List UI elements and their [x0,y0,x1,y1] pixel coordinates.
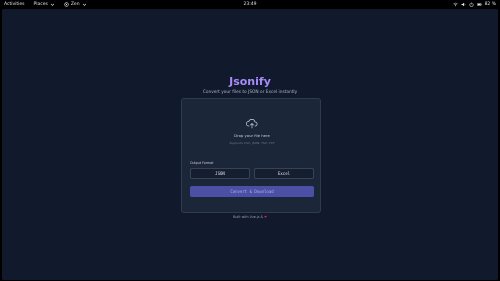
footer: Built with Vue.js & ❤ [2,215,498,219]
app-menu[interactable]: Zen [64,2,87,7]
top-bar-left: Activities Places Zen [4,2,87,7]
app-tagline: Convert your files to JSON or Excel inst… [202,90,298,95]
network-icon [452,2,458,7]
format-json-button[interactable]: JSON [190,168,250,179]
battery-icon [476,3,482,6]
places-label: Places [33,2,48,7]
power-icon [469,2,473,7]
app-window: Jsonify Convert your files to JSON or Ex… [2,9,498,280]
format-excel-button[interactable]: Excel [254,168,314,179]
footer-text: Built with Vue.js & [233,215,265,219]
cloud-upload-icon [246,119,258,129]
zen-browser-icon [64,2,69,7]
clock[interactable]: 23:49 [244,0,257,9]
output-format-label: Output Format [190,161,214,165]
app-menu-label: Zen [70,2,80,7]
app-title: Jsonify [229,75,271,88]
system-tray[interactable]: 82 % [452,0,496,9]
convert-download-button[interactable]: Convert & Download [190,186,314,197]
heart-icon: ❤ [264,215,267,219]
dropzone-title: Drop your file here [234,133,270,138]
places-menu[interactable]: Places [34,2,55,7]
activities-button[interactable]: Activities [4,2,25,7]
chevron-down-icon [50,3,55,6]
volume-icon [461,2,465,7]
converter-card: Drop your file here Supports CSV, JSON, … [181,98,321,213]
chevron-down-icon [82,3,86,6]
supported-formats: Supports CSV, JSON, TSV, TXT [229,141,275,145]
system-top-bar: Activities Places Zen 23:49 82 % [0,0,500,9]
battery-percentage: 82 % [484,2,496,7]
